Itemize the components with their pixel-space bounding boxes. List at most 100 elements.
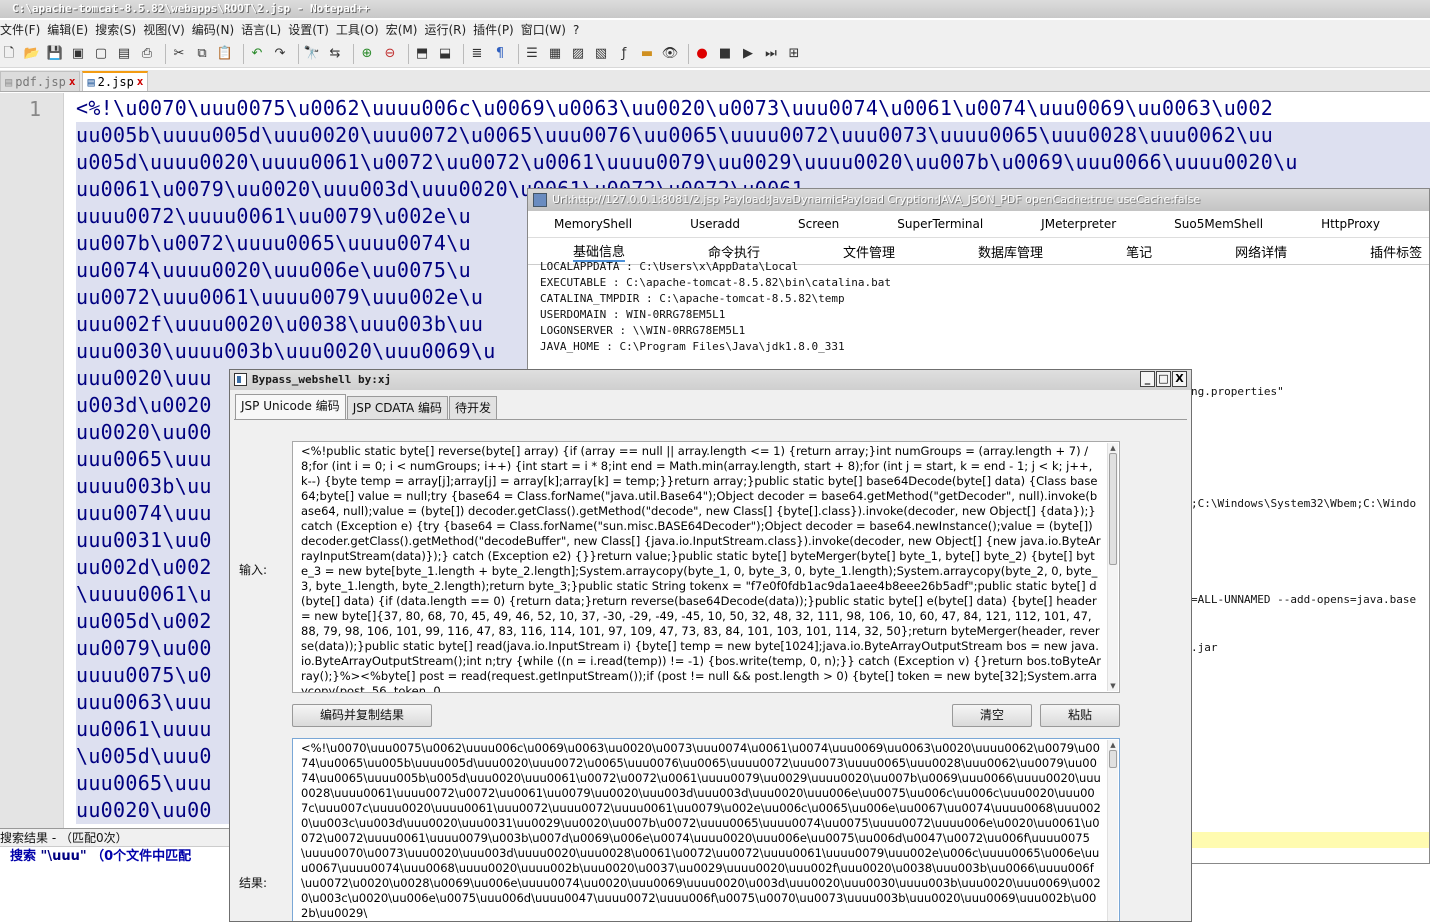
input-scrollbar[interactable]: ▲ ▼	[1107, 443, 1118, 691]
word-wrap-icon[interactable]: ≣	[468, 45, 486, 63]
replace-icon[interactable]: ⇆	[326, 45, 344, 63]
result-text: <%!\u0070\uuu0075\u0062\uuuu006c\u0069\u…	[301, 741, 1101, 920]
menu-item[interactable]: 视图(V)	[143, 20, 192, 40]
menu-item[interactable]: 编辑(E)	[47, 20, 95, 40]
shell-tab[interactable]: 插件标签	[1370, 242, 1422, 261]
code-line[interactable]: u005d\uuuu0020\uuuu0061\u0072\uu0072\u00…	[76, 149, 1430, 176]
menu-item[interactable]: 运行(R)	[424, 20, 473, 40]
plugin-button[interactable]: HttpProxy	[1321, 217, 1380, 231]
result-scrollbar[interactable]: ▲	[1107, 740, 1118, 921]
find-icon[interactable]: 🔭	[303, 45, 321, 63]
function-list-icon[interactable]: ƒ	[615, 45, 633, 63]
undo-icon[interactable]: ↶	[248, 45, 266, 63]
close-file-icon[interactable]: ▢	[92, 45, 110, 63]
close-tab-icon[interactable]: x	[69, 72, 76, 92]
input-textarea[interactable]: <%!public static byte[] reverse(byte[] a…	[292, 441, 1120, 693]
tab-pending[interactable]: 待开发	[449, 396, 498, 419]
scroll-down-arrow[interactable]: ▼	[1108, 682, 1118, 690]
menu-item[interactable]: 插件(P)	[473, 20, 521, 40]
save-macro-icon[interactable]: ⊞	[785, 45, 803, 63]
minimize-button[interactable]: _	[1140, 371, 1155, 387]
run-macro-multiple-icon[interactable]: ⏭	[762, 45, 780, 63]
shell-tab[interactable]: 网络详情	[1235, 242, 1287, 261]
java-app-icon	[234, 373, 247, 386]
record-macro-icon[interactable]: ●	[693, 45, 711, 63]
npp-toolbar: 🗋 📂 💾 ▣ ▢ ▤ ⎙ ✂ ⧉ 📋 ↶ ↷ 🔭 ⇆ ⊕ ⊖ ⬒ ⬓ ≣ ¶ …	[0, 40, 1430, 68]
cut-icon[interactable]: ✂	[170, 45, 188, 63]
menu-item[interactable]: 设置(T)	[288, 20, 336, 40]
menu-item[interactable]: 搜索(S)	[95, 20, 143, 40]
clear-button[interactable]: 清空	[952, 704, 1032, 727]
file-tab[interactable]: ▤ pdf.jsp x	[0, 71, 81, 92]
scroll-up-arrow[interactable]: ▲	[1108, 741, 1118, 749]
doc-map-icon[interactable]: ▨	[569, 45, 587, 63]
indent-guide-icon[interactable]: ☰	[523, 45, 541, 63]
plugin-button[interactable]: Useradd	[690, 217, 740, 231]
close-all-icon[interactable]: ▤	[115, 45, 133, 63]
plugin-button[interactable]: SuperTerminal	[897, 217, 983, 231]
shell-tab[interactable]: 命令执行	[708, 242, 760, 261]
code-line[interactable]: uu005b\uuuu005d\uuu0020\uuu0072\u0065\uu…	[76, 122, 1430, 149]
menu-item[interactable]: 工具(O)	[336, 20, 386, 40]
scroll-up-arrow[interactable]: ▲	[1108, 444, 1118, 452]
monitoring-icon[interactable]: 👁	[661, 45, 679, 63]
plugin-bar: MemoryShell Useradd Screen SuperTerminal JMe…	[528, 211, 1429, 238]
zoom-out-icon[interactable]: ⊖	[381, 45, 399, 63]
menu-item[interactable]: ?	[573, 20, 586, 40]
close-tab-icon[interactable]: x	[137, 72, 144, 92]
toolbar-separator	[353, 43, 354, 64]
encode-copy-button[interactable]: 编码并复制结果	[292, 704, 432, 727]
file-tab-label: pdf.jsp	[15, 74, 66, 89]
menu-item[interactable]: 窗口(W)	[521, 20, 573, 40]
tab-jsp-cdata[interactable]: JSP CDATA 编码	[346, 396, 449, 419]
zoom-in-icon[interactable]: ⊕	[358, 45, 376, 63]
plugin-button[interactable]: Screen	[798, 217, 839, 231]
result-textarea[interactable]: <%!\u0070\uuu0075\u0062\uuuu006c\u0069\u…	[292, 738, 1120, 921]
folder-workspace-icon[interactable]: ▬	[638, 45, 656, 63]
plugin-button[interactable]: JMeterpreter	[1041, 217, 1116, 231]
save-icon[interactable]: 💾	[46, 45, 64, 63]
save-all-icon[interactable]: ▣	[69, 45, 87, 63]
lang-user-icon[interactable]: ▦	[546, 45, 564, 63]
code-line[interactable]: <%!\u0070\uuu0075\u0062\uuuu006c\u0069\u…	[76, 95, 1430, 122]
env-row: EXECUTABLE : C:\apache-tomcat-8.5.82\bin…	[540, 276, 891, 289]
paste-icon[interactable]: 📋	[216, 45, 234, 63]
sync-vertical-icon[interactable]: ⬒	[413, 45, 431, 63]
close-button[interactable]: X	[1172, 371, 1187, 387]
paste-button[interactable]: 粘贴	[1040, 704, 1120, 727]
input-label: 输入:	[239, 563, 268, 577]
stop-macro-icon[interactable]: ■	[716, 45, 734, 63]
play-macro-icon[interactable]: ▶	[739, 45, 757, 63]
copy-icon[interactable]: ⧉	[193, 45, 211, 63]
shell-tab[interactable]: 数据库管理	[978, 242, 1043, 261]
npp-menubar: 文件(F) 编辑(E) 搜索(S) 视图(V) 编码(N) 语言(L) 设置(T) 工具(O)…	[0, 20, 1430, 40]
menu-item[interactable]: 编码(N)	[192, 20, 241, 40]
search-results-suffix: （0个文件中匹配	[91, 849, 192, 864]
menu-item[interactable]: 语言(L)	[241, 20, 288, 40]
scroll-thumb[interactable]	[1109, 453, 1117, 565]
scroll-thumb[interactable]	[1109, 750, 1117, 768]
env-row: JAVA_HOME : C:\Program Files\Java\jdk1.8…	[540, 340, 845, 353]
menu-item[interactable]: 文件(F)	[0, 20, 47, 40]
search-results-line[interactable]: 搜索 "\uuu" （0个文件中匹配	[0, 847, 230, 867]
shell-tab[interactable]: 笔记	[1126, 242, 1152, 261]
doc-list-icon[interactable]: ▧	[592, 45, 610, 63]
show-all-chars-icon[interactable]: ¶	[491, 45, 509, 63]
shell-tab[interactable]: 文件管理	[843, 242, 895, 261]
maximize-button[interactable]: □	[1156, 371, 1171, 387]
toolbar-separator	[518, 43, 519, 64]
file-tab-label: 2.jsp	[97, 75, 134, 89]
plugin-button[interactable]: Suo5MemShell	[1174, 217, 1263, 231]
env-row-fragment: ;C:\Windows\System32\Wbem;C:\Windo	[1191, 497, 1417, 510]
app-icon	[533, 193, 547, 207]
sync-horizontal-icon[interactable]: ⬓	[436, 45, 454, 63]
redo-icon[interactable]: ↷	[271, 45, 289, 63]
file-icon: ▤	[5, 74, 13, 89]
print-icon[interactable]: ⎙	[138, 45, 156, 63]
plugin-button[interactable]: MemoryShell	[554, 217, 632, 231]
new-file-icon[interactable]: 🗋	[0, 45, 18, 63]
file-tab[interactable]: ▤ 2.jsp x	[82, 71, 149, 92]
menu-item[interactable]: 宏(M)	[386, 20, 425, 40]
tab-jsp-unicode[interactable]: JSP Unicode 编码	[235, 394, 346, 419]
open-file-icon[interactable]: 📂	[23, 45, 41, 63]
